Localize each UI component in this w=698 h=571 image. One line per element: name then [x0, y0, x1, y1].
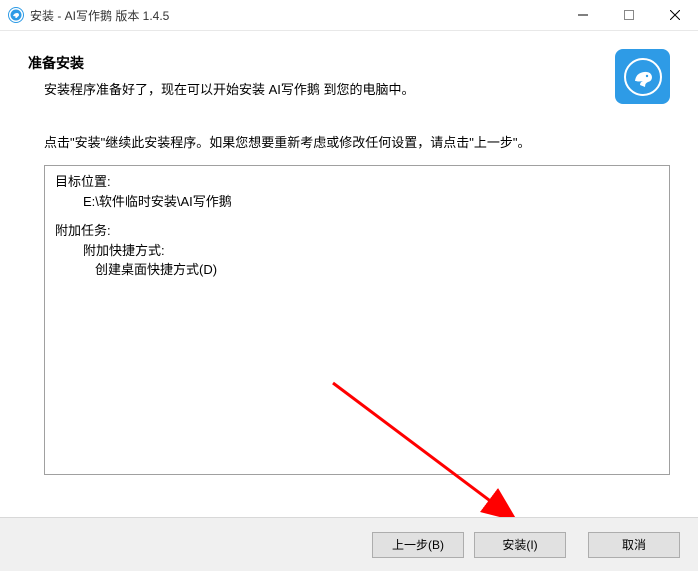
back-button[interactable]: 上一步(B) [372, 532, 464, 558]
titlebar-text: 安装 - AI写作鹅 版本 1.4.5 [30, 7, 560, 24]
close-button[interactable] [652, 0, 698, 31]
instruction-text: 点击"安装"继续此安装程序。如果您想要重新考虑或修改任何设置，请点击"上一步"。 [28, 132, 670, 151]
desktop-shortcut: 创建桌面快捷方式(D) [55, 260, 659, 280]
cancel-button[interactable]: 取消 [588, 532, 680, 558]
page-subheading: 安装程序准备好了，现在可以开始安装 AI写作鹅 到您的电脑中。 [28, 79, 615, 98]
content-area: 准备安装 安装程序准备好了，现在可以开始安装 AI写作鹅 到您的电脑中。 点击"… [0, 31, 698, 475]
summary-box[interactable]: 目标位置: E:\软件临时安装\AI写作鹅 附加任务: 附加快捷方式: 创建桌面… [44, 165, 670, 475]
page-heading: 准备安装 [28, 53, 615, 73]
titlebar: 安装 - AI写作鹅 版本 1.4.5 [0, 0, 698, 31]
install-button[interactable]: 安装(I) [474, 532, 566, 558]
footer: 上一步(B) 安装(I) 取消 [0, 517, 698, 571]
app-logo [615, 49, 670, 104]
dest-value: E:\软件临时安装\AI写作鹅 [55, 192, 659, 212]
app-icon [8, 7, 24, 23]
window-controls [560, 0, 698, 31]
shortcuts-label: 附加快捷方式: [55, 241, 659, 261]
dest-label: 目标位置: [55, 172, 659, 192]
maximize-button[interactable] [606, 0, 652, 31]
minimize-button[interactable] [560, 0, 606, 31]
tasks-label: 附加任务: [55, 221, 659, 241]
